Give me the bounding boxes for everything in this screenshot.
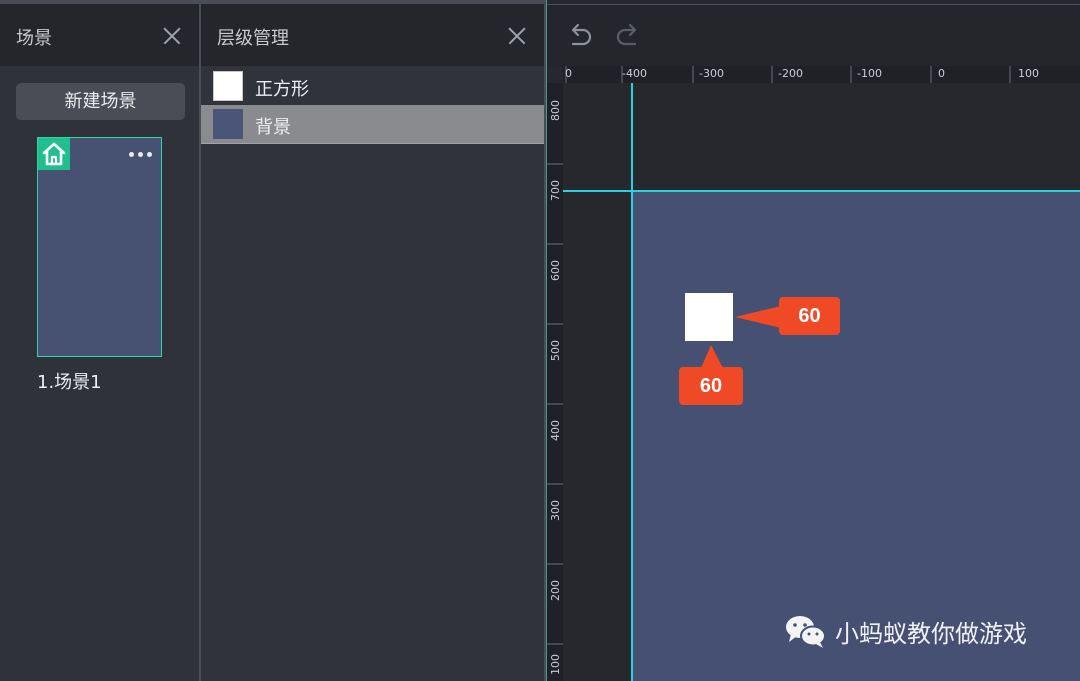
more-options-icon[interactable] <box>129 152 153 158</box>
scene-label: 1.场景1 <box>37 372 102 393</box>
new-scene-button[interactable]: 新建场景 <box>16 83 185 120</box>
layer-panel-header: 层级管理 <box>201 0 544 66</box>
ruler-tick-label: 800 <box>549 100 562 121</box>
layer-panel: 层级管理 正方形 背景 <box>201 0 546 681</box>
home-icon <box>38 138 70 170</box>
ruler-tick-label: -200 <box>778 67 803 80</box>
width-label: 60 <box>779 297 840 335</box>
layer-name: 背景 <box>255 117 291 138</box>
guide-line-horizontal[interactable] <box>563 190 1080 192</box>
close-icon[interactable] <box>508 27 526 45</box>
stage-background[interactable] <box>633 191 1080 681</box>
guide-line-vertical[interactable] <box>631 83 633 681</box>
scene-panel-header: 场景 <box>0 0 199 66</box>
canvas-area[interactable]: 0 -400 -300 -200 -100 0 100 800 700 600 … <box>546 0 1080 681</box>
canvas-toolbar <box>547 4 1080 67</box>
ruler-tick-label: 0 <box>938 67 945 80</box>
ruler-tick-label: -300 <box>699 67 724 80</box>
ruler-tick-label: 700 <box>549 180 562 201</box>
scene-panel-title: 场景 <box>16 28 52 49</box>
scene-panel: 场景 新建场景 1.场景1 <box>0 0 201 681</box>
layer-item-square[interactable]: 正方形 <box>201 67 544 105</box>
redo-icon[interactable] <box>613 21 643 51</box>
watermark-text: 小蚂蚁教你做游戏 <box>835 620 1027 648</box>
ruler-tick-label: 300 <box>549 500 562 521</box>
undo-icon[interactable] <box>565 21 595 51</box>
square-shape[interactable] <box>685 293 733 341</box>
height-callout-pointer <box>701 345 723 368</box>
width-callout-pointer <box>735 306 781 328</box>
wechat-icon <box>786 616 826 648</box>
layer-name: 正方形 <box>255 79 309 100</box>
ruler-tick-label: 200 <box>549 580 562 601</box>
scene-thumbnail[interactable] <box>37 137 162 357</box>
layer-panel-title: 层级管理 <box>217 28 289 49</box>
ruler-vertical: 800 700 600 500 400 300 200 100 <box>547 83 563 681</box>
ruler-tick-label: 100 <box>1018 67 1039 80</box>
layer-thumbnail <box>213 109 243 139</box>
layer-thumbnail <box>213 71 243 101</box>
ruler-tick-label: 500 <box>549 340 562 361</box>
close-icon[interactable] <box>163 27 181 45</box>
ruler-tick-label: -100 <box>857 67 882 80</box>
height-label: 60 <box>679 367 743 405</box>
ruler-tick-label: 600 <box>549 260 562 281</box>
layer-item-background[interactable]: 背景 <box>201 105 544 144</box>
ruler-tick-label: 100 <box>549 654 562 675</box>
ruler-tick-label: -400 <box>622 67 647 80</box>
ruler-tick-label: 400 <box>549 420 562 441</box>
ruler-tick-label: 0 <box>565 67 572 80</box>
ruler-horizontal: 0 -400 -300 -200 -100 0 100 <box>563 66 1080 83</box>
